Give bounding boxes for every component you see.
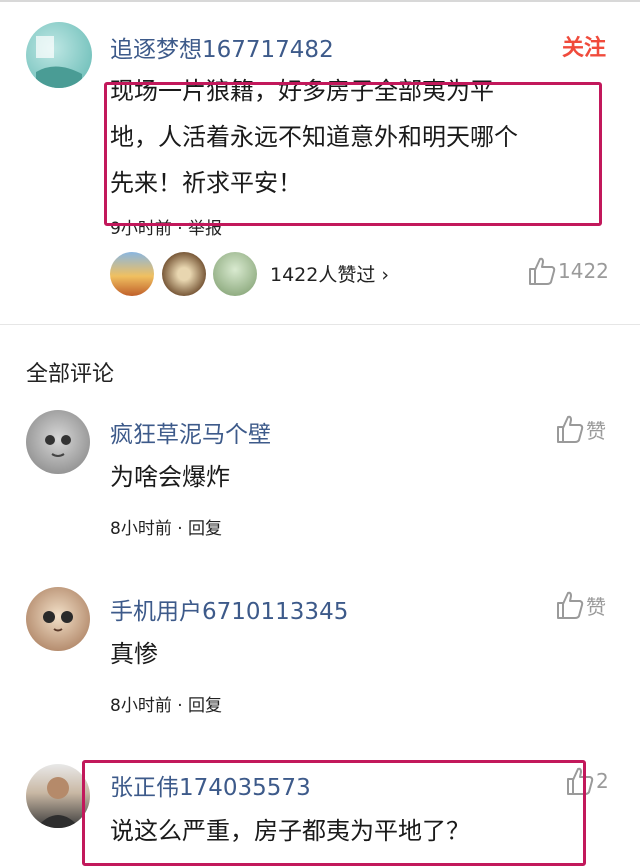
post-content-line-1: 现场一片狼籍，好多房子全部夷为平 — [110, 77, 494, 105]
post-like-count: 1422 — [558, 259, 609, 283]
follow-button[interactable]: 关注 — [562, 30, 606, 62]
comment-meta[interactable]: 8小时前 · 回复 — [110, 691, 222, 716]
post-meta[interactable]: 9小时前 · 举报 — [110, 214, 222, 239]
avatar-art-icon — [36, 36, 82, 88]
liked-by-link[interactable]: 1422人赞过 › — [270, 260, 389, 287]
comment-like-label: 赞 — [586, 594, 606, 619]
comment-avatar[interactable] — [26, 764, 90, 828]
comment-text: 为啥会爆炸 — [110, 463, 230, 491]
comment-text: 说这么严重，房子都夷为平地了？ — [110, 817, 470, 845]
all-comments-title: 全部评论 — [26, 362, 115, 387]
comment-meta[interactable]: 8小时前 · 回复 — [110, 514, 222, 539]
post-content-line-3: 先来！祈求平安！ — [110, 169, 302, 197]
liker-avatar[interactable] — [162, 252, 206, 296]
post-author-name[interactable]: 追逐梦想167717482 — [110, 30, 334, 64]
comment-author[interactable]: 张正伟174035573 — [110, 768, 311, 802]
post-author-avatar[interactable] — [26, 22, 92, 88]
comment-author[interactable]: 疯狂草泥马个壁 — [110, 415, 271, 449]
liker-avatar[interactable] — [110, 252, 154, 296]
comment-text: 真惨 — [110, 640, 158, 668]
comment-author[interactable]: 手机用户6710113345 — [110, 592, 348, 626]
comment-like-button[interactable]: 赞 — [556, 414, 606, 444]
top-divider — [0, 0, 640, 2]
post-like-button[interactable]: 1422 — [528, 256, 609, 286]
post-content-line-2: 地，人活着永远不知道意外和明天哪个 — [110, 123, 518, 151]
comment-like-label: 赞 — [586, 418, 606, 443]
cat-avatar-icon — [45, 435, 71, 457]
kitten-avatar-icon — [43, 611, 73, 632]
comment-like-button[interactable]: 2 — [566, 766, 609, 796]
person-avatar-icon — [36, 777, 80, 828]
thumbs-up-icon — [529, 257, 556, 285]
thumbs-up-icon — [557, 415, 584, 443]
comment-avatar[interactable] — [26, 410, 90, 474]
section-divider — [0, 324, 640, 325]
comment-like-count: 2 — [596, 769, 609, 793]
liker-avatar[interactable] — [213, 252, 257, 296]
comment-avatar[interactable] — [26, 587, 90, 651]
thumbs-up-icon — [567, 767, 594, 795]
comment-like-button[interactable]: 赞 — [556, 590, 606, 620]
thumbs-up-icon — [557, 591, 584, 619]
